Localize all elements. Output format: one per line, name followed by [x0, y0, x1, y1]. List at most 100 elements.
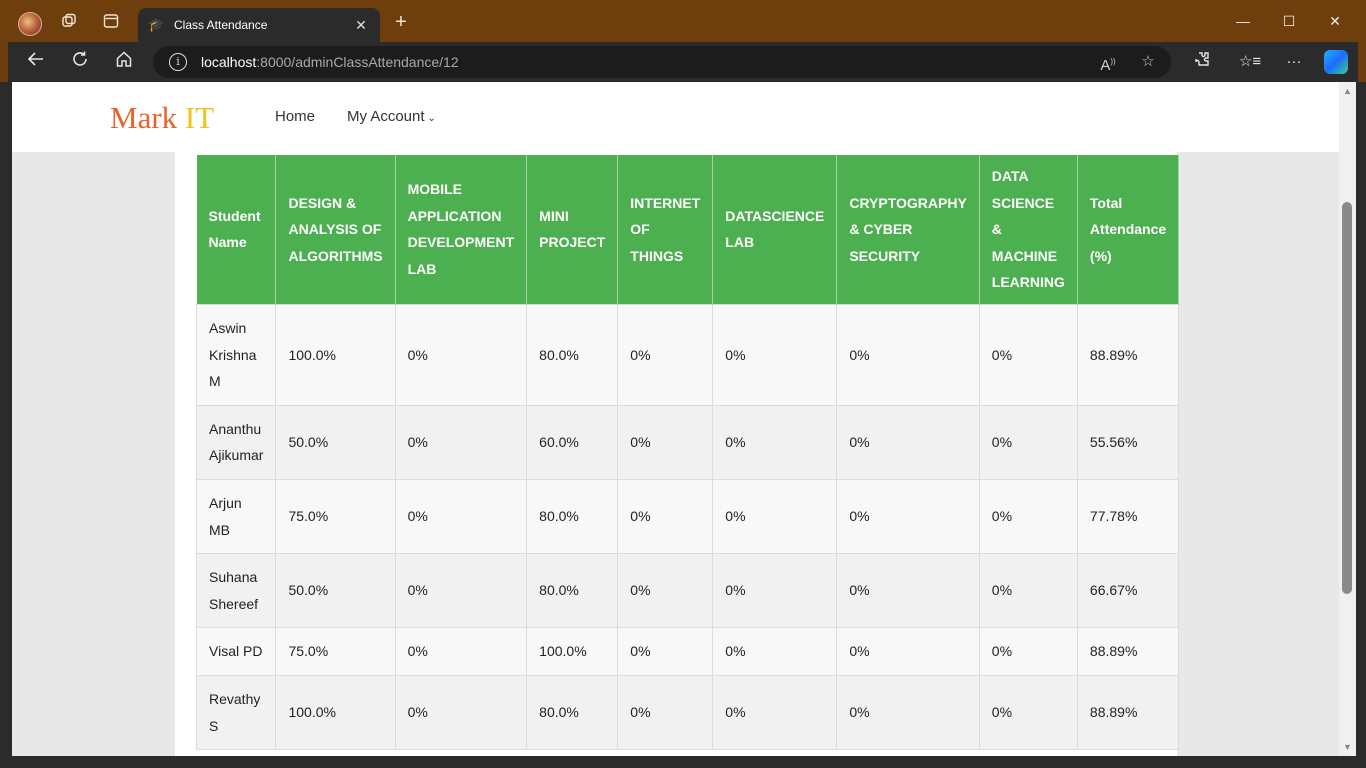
column-header-text: & CYBER — [849, 221, 913, 238]
student-name-text: Ananthu — [209, 420, 262, 437]
favorites-collection-icon[interactable]: ☆≡ — [1238, 50, 1262, 74]
window-border-bottom — [0, 756, 1366, 768]
nav-my-account-dropdown[interactable]: My Account ⌄ — [347, 108, 436, 125]
attendance-cell: 75.0% — [275, 478, 396, 555]
attendance-cell: 0% — [394, 303, 528, 406]
column-header-text: Student — [208, 207, 261, 224]
attendance-cell: 0% — [712, 674, 838, 751]
favorite-star-icon[interactable]: ☆ — [1138, 52, 1158, 72]
workspaces-icon[interactable] — [58, 10, 80, 32]
attendance-cell: 0% — [617, 674, 714, 751]
table-row: Suhana Shereef 50.0% 0% 80.0% 0% 0% 0% 0% 66.67% — [195, 553, 1180, 629]
maximize-icon[interactable]: ☐ — [1277, 10, 1301, 32]
student-name-text: Shereef — [209, 595, 259, 612]
home-icon[interactable] — [112, 50, 136, 74]
new-tab-icon[interactable]: + — [390, 11, 412, 33]
column-header: MINI PROJECT — [526, 155, 619, 305]
attendance-cell: 80.0% — [526, 303, 619, 406]
url-path: :8000/adminClassAttendance/12 — [256, 54, 459, 70]
page-scrollbar[interactable]: ▲ ▼ — [1339, 82, 1356, 756]
table-row: Aswin Krishna M 100.0% 0% 80.0% 0% 0% 0% 0% 88.89% — [195, 303, 1180, 406]
scroll-up-arrow-icon[interactable]: ▲ — [1343, 86, 1352, 96]
attendance-cell: 0% — [617, 404, 714, 480]
nav-home-link[interactable]: Home — [275, 108, 315, 125]
refresh-icon[interactable] — [68, 50, 92, 74]
site-logo[interactable]: Mark IT — [110, 100, 214, 136]
column-header-text: MACHINE — [991, 247, 1058, 264]
student-name-text: Visal PD — [209, 643, 263, 660]
student-name-cell: Arjun MB — [195, 478, 277, 555]
column-header-text: ANALYSIS OF — [288, 221, 382, 238]
attendance-cell: 0% — [394, 674, 528, 751]
table-header-row: Student Name DESIGN & ANALYSIS OF ALGORITHMS… — [196, 155, 1180, 305]
column-header: Total Attendance (%) — [1077, 155, 1180, 305]
window-border-left — [0, 82, 12, 768]
attendance-cell: 0% — [978, 627, 1078, 676]
tab-title: Class Attendance — [174, 18, 268, 32]
student-name-cell: Revathy S — [195, 674, 277, 751]
browser-tab-active[interactable]: 🎓 Class Attendance ✕ — [138, 8, 380, 42]
student-name-cell: Suhana Shereef — [195, 553, 277, 629]
total-attendance-cell: 66.67% — [1076, 553, 1180, 629]
attendance-cell: 0% — [394, 553, 528, 629]
scrollbar-thumb[interactable] — [1342, 202, 1352, 594]
total-attendance-cell: 88.89% — [1076, 627, 1180, 676]
column-header: MOBILE APPLICATION DEVELOPMENT LAB — [395, 155, 528, 305]
column-header-text: MINI — [539, 207, 569, 224]
total-attendance-cell: 55.56% — [1076, 404, 1180, 480]
attendance-cell: 0% — [978, 404, 1078, 480]
student-name-text: Arjun — [209, 494, 242, 511]
close-icon[interactable]: ✕ — [352, 17, 370, 34]
logo-text-mark: Mark — [110, 100, 178, 135]
logo-text-it: IT — [184, 100, 215, 135]
attendance-cell: 80.0% — [526, 674, 619, 751]
column-header-text: INTERNET — [630, 194, 701, 211]
column-header-text: Name — [208, 234, 247, 251]
student-name-cell: Ananthu Ajikumar — [195, 404, 277, 480]
attendance-cell: 0% — [712, 553, 838, 629]
column-header-text: LEARNING — [991, 274, 1065, 291]
window-close-icon[interactable]: ✕ — [1323, 10, 1347, 32]
minimize-icon[interactable]: — — [1231, 10, 1255, 32]
attendance-cell: 0% — [978, 674, 1078, 751]
attendance-cell: 0% — [712, 627, 838, 676]
attendance-cell: 75.0% — [275, 627, 396, 676]
attendance-cell: 0% — [712, 404, 838, 480]
column-header-text: Attendance — [1089, 221, 1167, 238]
column-header: DATA SCIENCE & MACHINE LEARNING — [979, 155, 1078, 305]
column-header: DATASCIENCE LAB — [712, 155, 838, 305]
column-header: CRYPTOGRAPHY & CYBER SECURITY — [836, 155, 980, 305]
column-header-text: DATA — [991, 168, 1029, 184]
column-header-text: DESIGN & — [288, 194, 357, 211]
attendance-cell: 0% — [978, 478, 1078, 555]
total-attendance-cell: 88.89% — [1076, 674, 1180, 751]
main-content: Student Name DESIGN & ANALYSIS OF ALGORITHMS… — [175, 152, 1180, 756]
attendance-cell: 0% — [836, 404, 980, 480]
student-name-text: Suhana — [209, 569, 258, 586]
scroll-down-arrow-icon[interactable]: ▼ — [1343, 742, 1352, 752]
more-menu-icon[interactable]: ··· — [1282, 50, 1306, 74]
address-bar[interactable]: i localhost:8000/adminClassAttendance/12… — [153, 46, 1171, 78]
table-row: Revathy S 100.0% 0% 80.0% 0% 0% 0% 0% 88.89% — [195, 674, 1180, 751]
extensions-icon[interactable] — [1190, 50, 1214, 74]
back-arrow-icon[interactable] — [24, 50, 48, 74]
tab-actions-icon[interactable] — [100, 10, 122, 32]
copilot-icon[interactable] — [1324, 50, 1348, 74]
profile-avatar[interactable] — [18, 12, 42, 36]
attendance-cell: 0% — [394, 627, 528, 676]
attendance-cell: 80.0% — [526, 478, 619, 555]
column-header-text: SCIENCE — [991, 194, 1055, 211]
attendance-cell: 0% — [836, 553, 980, 629]
attendance-cell: 0% — [617, 553, 714, 629]
table-row: Visal PD 75.0% 0% 100.0% 0% 0% 0% 0% 88.89% — [195, 627, 1180, 676]
student-name-cell: Aswin Krishna M — [195, 303, 277, 406]
attendance-cell: 0% — [978, 303, 1078, 406]
browser-titlebar: 🎓 Class Attendance ✕ + — ☐ ✕ — [0, 0, 1366, 42]
student-name-text: M — [209, 373, 221, 390]
attendance-cell: 0% — [617, 627, 714, 676]
site-info-icon[interactable]: i — [169, 53, 187, 71]
student-name-text: Ajikumar — [209, 447, 264, 464]
read-aloud-icon[interactable]: A)) — [1098, 52, 1118, 74]
column-header-text: PROJECT — [539, 234, 606, 251]
column-header-text: DEVELOPMENT — [407, 234, 515, 251]
